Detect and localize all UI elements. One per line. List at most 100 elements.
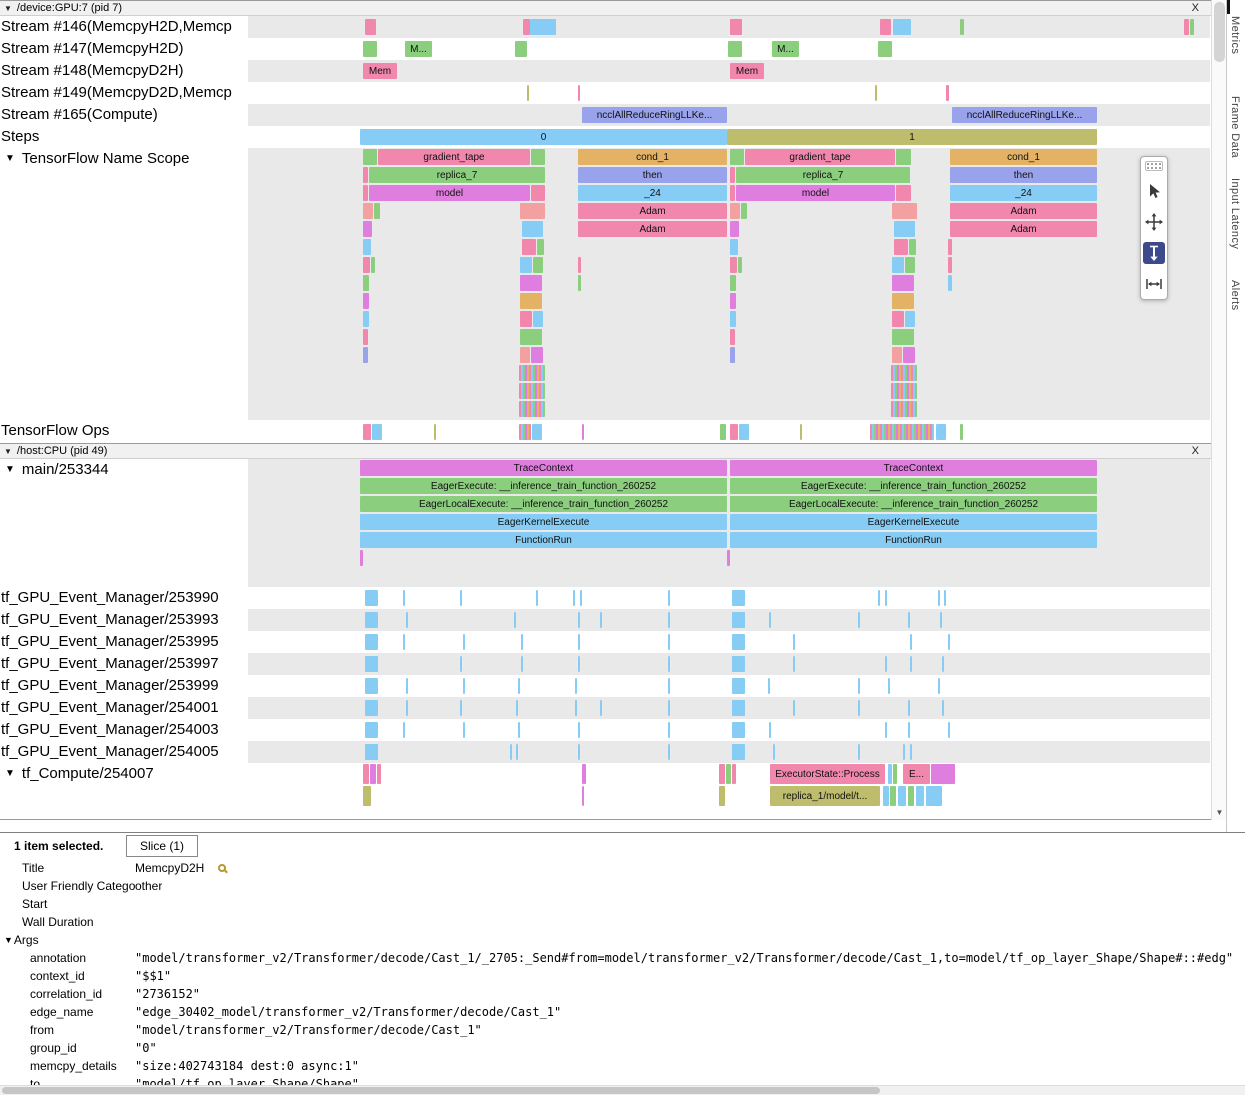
trace-slice[interactable] <box>948 275 952 291</box>
horizontal-scrollbar[interactable] <box>0 1085 1245 1095</box>
trace-slice[interactable] <box>892 347 902 363</box>
trace-slice[interactable] <box>793 700 795 716</box>
collapse-arrow-icon[interactable]: ▼ <box>5 153 15 164</box>
trace-slice[interactable] <box>890 786 896 806</box>
trace-slice[interactable] <box>575 678 577 694</box>
trace-slice[interactable] <box>741 203 747 219</box>
trace-slice[interactable] <box>519 401 545 417</box>
trace-slice[interactable] <box>893 19 911 35</box>
trace-slice[interactable] <box>732 744 745 760</box>
trace-slice[interactable] <box>403 634 405 650</box>
trace-slice-m[interactable]: M... <box>405 41 432 57</box>
trace-slice-24[interactable]: _24 <box>950 185 1097 201</box>
trace-slice[interactable] <box>530 19 556 35</box>
trace-slice[interactable] <box>575 700 577 716</box>
track-label-tf-gpu-event-manager-254005[interactable]: tf_GPU_Event_Manager/254005 <box>0 741 248 763</box>
trace-slice[interactable] <box>403 590 405 606</box>
trace-slice[interactable] <box>533 257 543 273</box>
trace-slice[interactable] <box>371 257 375 273</box>
trace-slice[interactable] <box>885 590 887 606</box>
trace-slice[interactable] <box>363 239 371 255</box>
trace-slice-cond-1[interactable]: cond_1 <box>578 149 727 165</box>
trace-slice[interactable] <box>363 185 368 201</box>
trace-slice[interactable] <box>793 656 795 672</box>
trace-slice[interactable] <box>365 634 378 650</box>
track-lane[interactable] <box>248 697 1210 719</box>
trace-slice[interactable] <box>668 634 670 650</box>
trace-slice[interactable] <box>363 329 368 345</box>
trace-slice[interactable] <box>730 185 735 201</box>
trace-slice[interactable] <box>732 678 745 694</box>
trace-slice[interactable] <box>522 221 543 237</box>
trace-slice[interactable] <box>363 149 377 165</box>
trace-slice[interactable] <box>948 257 952 273</box>
vertical-scrollbar[interactable]: ▼ <box>1211 0 1226 820</box>
trace-slice-24[interactable]: _24 <box>578 185 727 201</box>
trace-slice[interactable] <box>730 221 739 237</box>
trace-slice[interactable] <box>768 678 770 694</box>
trace-slice[interactable] <box>521 656 523 672</box>
trace-slice[interactable] <box>463 634 465 650</box>
trace-slice[interactable] <box>600 612 602 628</box>
track-lane[interactable] <box>248 653 1210 675</box>
trace-slice[interactable] <box>730 275 736 291</box>
trace-slice-replica-7[interactable]: replica_7 <box>369 167 545 183</box>
trace-slice[interactable] <box>888 678 890 694</box>
trace-slice[interactable] <box>582 786 584 806</box>
trace-slice-adam[interactable]: Adam <box>578 221 727 237</box>
trace-slice[interactable] <box>403 722 405 738</box>
trace-slice-e[interactable]: E... <box>903 764 930 784</box>
side-tab-input-latency[interactable]: Input Latency <box>1229 178 1241 249</box>
trace-slice[interactable] <box>365 612 378 628</box>
trace-slice[interactable] <box>727 550 730 566</box>
trace-slice[interactable] <box>894 239 908 255</box>
track-label-tf-gpu-event-manager-253999[interactable]: tf_GPU_Event_Manager/253999 <box>0 675 248 697</box>
trace-slice[interactable] <box>732 722 745 738</box>
track-lane[interactable] <box>248 631 1210 653</box>
trace-slice-functionrun[interactable]: FunctionRun <box>360 532 727 548</box>
trace-slice[interactable] <box>374 203 380 219</box>
trace-slice[interactable] <box>668 744 670 760</box>
trace-slice[interactable] <box>908 700 910 716</box>
trace-slice[interactable] <box>896 185 911 201</box>
collapse-arrow-icon[interactable]: ▼ <box>5 768 15 779</box>
timing-mode-button[interactable] <box>1143 273 1165 295</box>
trace-slice[interactable] <box>858 744 860 760</box>
trace-slice[interactable] <box>769 612 771 628</box>
track-lane[interactable]: ExecutorState::ProcessE...replica_1/mode… <box>248 763 1210 815</box>
track-label-stream-146-memcpyh2d-memcp[interactable]: Stream #146(MemcpyH2D,Memcp <box>0 16 248 38</box>
trace-slice[interactable] <box>363 311 369 327</box>
trace-slice[interactable] <box>578 85 580 101</box>
trace-slice[interactable] <box>875 85 877 101</box>
trace-slice[interactable] <box>885 656 887 672</box>
trace-slice[interactable] <box>732 612 745 628</box>
trace-slice[interactable] <box>891 365 917 381</box>
horizontal-scrollbar-thumb[interactable] <box>2 1087 880 1094</box>
trace-slice[interactable] <box>434 424 436 440</box>
track-lane[interactable]: M...M... <box>248 38 1210 60</box>
trace-slice-replica-7[interactable]: replica_7 <box>736 167 910 183</box>
trace-slice[interactable] <box>363 167 368 183</box>
trace-slice-ncclallreduceringllke[interactable]: ncclAllReduceRingLLKe... <box>952 107 1097 123</box>
trace-slice[interactable] <box>730 257 737 273</box>
track-lane[interactable] <box>248 587 1210 609</box>
trace-slice[interactable] <box>732 764 736 784</box>
trace-slice[interactable] <box>363 41 377 57</box>
track-label-tf-gpu-event-manager-254003[interactable]: tf_GPU_Event_Manager/254003 <box>0 719 248 741</box>
track-lane[interactable] <box>248 719 1210 741</box>
trace-slice[interactable] <box>948 722 950 738</box>
trace-slice[interactable] <box>908 722 910 738</box>
drag-handle-icon[interactable] <box>1145 161 1163 171</box>
trace-slice[interactable] <box>793 634 795 650</box>
collapse-arrow-icon[interactable]: ▼ <box>4 935 13 945</box>
trace-slice[interactable] <box>878 590 880 606</box>
trace-slice[interactable] <box>898 786 906 806</box>
trace-slice[interactable] <box>363 764 369 784</box>
trace-slice[interactable] <box>516 744 518 760</box>
trace-slice[interactable] <box>730 311 736 327</box>
track-lane[interactable]: gradient_tapecond_1gradient_tapecond_1re… <box>248 148 1210 420</box>
trace-slice[interactable] <box>582 764 586 784</box>
track-label-stream-147-memcpyh2d[interactable]: Stream #147(MemcpyH2D) <box>0 38 248 60</box>
trace-slice[interactable] <box>885 722 887 738</box>
trace-slice[interactable] <box>578 656 580 672</box>
